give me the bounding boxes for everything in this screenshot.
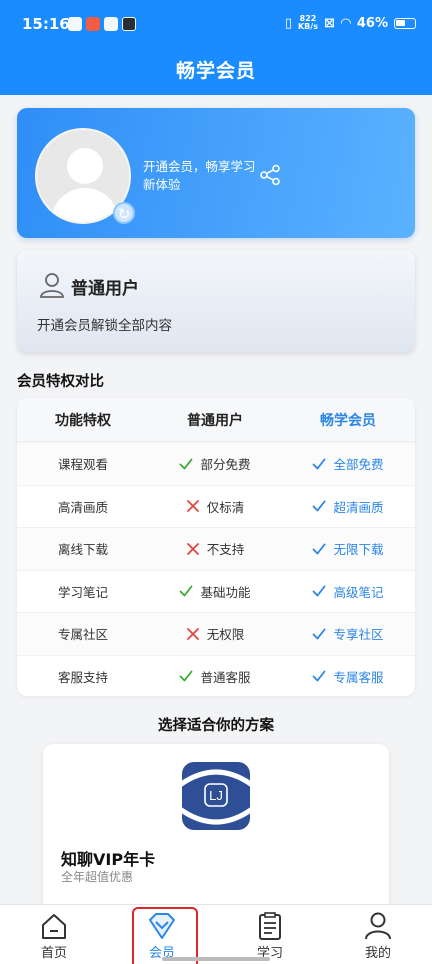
- network-speed: 822 KB/s: [298, 15, 318, 31]
- clipboard-icon: [259, 912, 281, 940]
- diamond-icon: [149, 913, 175, 939]
- vip-value: 超清画质: [333, 499, 384, 515]
- tab-me[interactable]: 我的: [324, 905, 432, 964]
- normal-cell: 不支持: [149, 539, 281, 558]
- check-icon: [312, 627, 326, 641]
- compare-section-title: 会员特权对比: [17, 374, 104, 390]
- speed-unit: KB/s: [297, 22, 318, 31]
- vip-cell: 专享社区: [281, 624, 415, 643]
- tab-label: 首页: [40, 946, 67, 961]
- vip-value: 全部免费: [333, 457, 384, 473]
- vip-value: 高级笔记: [333, 584, 384, 600]
- tab-study[interactable]: 学习: [216, 905, 324, 964]
- cross-icon: [186, 627, 200, 641]
- normal-cell: 仅标清: [149, 497, 281, 516]
- feature-cell: 离线下载: [57, 542, 108, 558]
- normal-value: 仅标清: [206, 499, 245, 515]
- home-indicator[interactable]: [162, 957, 270, 961]
- notification-icons: [68, 17, 136, 31]
- normal-value: 无权限: [206, 627, 245, 643]
- page-title: 畅学会员: [175, 60, 256, 82]
- feature-cell: 专属社区: [57, 627, 108, 643]
- feature-cell: 学习笔记: [57, 584, 108, 600]
- cross-icon: [186, 542, 200, 556]
- plan-section-title: 选择适合你的方案: [158, 718, 274, 734]
- cross-icon: [186, 499, 200, 513]
- battery-percent: 46%: [356, 15, 388, 31]
- check-icon: [179, 669, 193, 683]
- plan-subtitle: 全年超值优惠: [61, 870, 134, 884]
- check-icon: [312, 669, 326, 683]
- user-icon: [40, 273, 64, 298]
- vip-value: 专属客服: [333, 669, 384, 685]
- vip-cell: 专属客服: [281, 667, 415, 686]
- mail-notification-icon: [68, 17, 82, 31]
- normal-value: 基础功能: [200, 584, 251, 600]
- check-icon: [312, 542, 326, 556]
- app-notification-icon: [86, 17, 100, 31]
- tab-label: 我的: [364, 946, 391, 961]
- check-icon: [179, 584, 193, 598]
- link-notification-icon: [104, 17, 118, 31]
- check-icon: [179, 457, 193, 471]
- person-icon: [365, 912, 391, 940]
- normal-cell: 部分免费: [149, 454, 281, 473]
- normal-cell: 基础功能: [149, 582, 281, 601]
- header-normal: 普通用户: [187, 412, 243, 429]
- check-icon: [312, 499, 326, 513]
- normal-value: 部分免费: [200, 457, 251, 473]
- tab-membership[interactable]: 会员: [108, 905, 216, 964]
- table-row: 专属社区 无权限 专享社区: [17, 612, 415, 655]
- feature-cell: 高清画质: [57, 499, 108, 515]
- plan-name: 知聊VIP年卡: [61, 850, 156, 869]
- bottom-tab-bar: 首页 会员 学习 我的: [0, 904, 432, 964]
- play-notification-icon: [122, 17, 136, 31]
- top-app-bar: 15:16 ▯ 822 KB/s ⊠ ◠ 46% 畅学会员: [0, 0, 432, 95]
- normal-value: 不支持: [206, 542, 245, 558]
- vip-cell: 无限下载: [281, 539, 415, 558]
- status-right: ▯ 822 KB/s ⊠ ◠ 46%: [285, 15, 416, 31]
- membership-status-card[interactable]: 普通用户 开通会员解锁全部内容: [17, 250, 415, 352]
- feature-cell: 客服支持: [57, 669, 108, 685]
- plan-card[interactable]: LJ 知聊VIP年卡 全年超值优惠: [43, 744, 389, 914]
- table-row: 客服支持 普通客服 专属客服: [17, 654, 415, 697]
- plan-logo: LJ: [182, 762, 250, 830]
- sim-icon: ⊠: [323, 15, 335, 31]
- home-icon: [42, 914, 66, 939]
- normal-value: 普通客服: [200, 669, 251, 685]
- wifi-icon: ◠: [340, 15, 351, 31]
- header-vip: 畅学会员: [320, 412, 376, 429]
- check-icon: [312, 584, 326, 598]
- table-row: 离线下载 不支持 无限下载: [17, 527, 415, 570]
- feature-cell: 课程观看: [57, 457, 108, 473]
- vip-cell: 超清画质: [281, 497, 415, 516]
- profile-card: ↻ 开通会员，畅享学习新体验: [17, 108, 415, 238]
- normal-cell: 普通客服: [149, 667, 281, 686]
- vip-value: 无限下载: [333, 542, 384, 558]
- table-row: 学习笔记 基础功能 高级笔记: [17, 569, 415, 613]
- battery-icon: [394, 17, 416, 29]
- svg-text:LJ: LJ: [209, 788, 223, 803]
- share-icon[interactable]: [259, 164, 281, 186]
- check-icon: [312, 457, 326, 471]
- status-bar: 15:16 ▯ 822 KB/s ⊠ ◠ 46%: [0, 0, 432, 52]
- user-level-subtitle: 开通会员解锁全部内容: [37, 318, 172, 334]
- vip-cell: 全部免费: [281, 454, 415, 473]
- table-row: 课程观看 部分免费 全部免费: [17, 442, 415, 485]
- status-time: 15:16: [22, 15, 70, 33]
- vip-value: 专享社区: [333, 627, 384, 643]
- privilege-compare-table: 功能特权 普通用户 畅学会员 课程观看 部分免费 全部免费高清画质 仅标清 超清画质离线…: [17, 398, 415, 696]
- table-header: 功能特权 普通用户 畅学会员: [17, 398, 415, 442]
- normal-cell: 无权限: [149, 624, 281, 643]
- tab-home[interactable]: 首页: [0, 905, 108, 964]
- vip-cell: 高级笔记: [281, 582, 415, 601]
- refresh-icon[interactable]: ↻: [113, 202, 135, 224]
- header-feature: 功能特权: [55, 412, 111, 429]
- user-level-title: 普通用户: [71, 279, 139, 299]
- vibrate-icon: ▯: [284, 15, 292, 31]
- promo-text: 开通会员，畅享学习新体验: [143, 159, 256, 192]
- table-row: 高清画质 仅标清 超清画质: [17, 484, 415, 528]
